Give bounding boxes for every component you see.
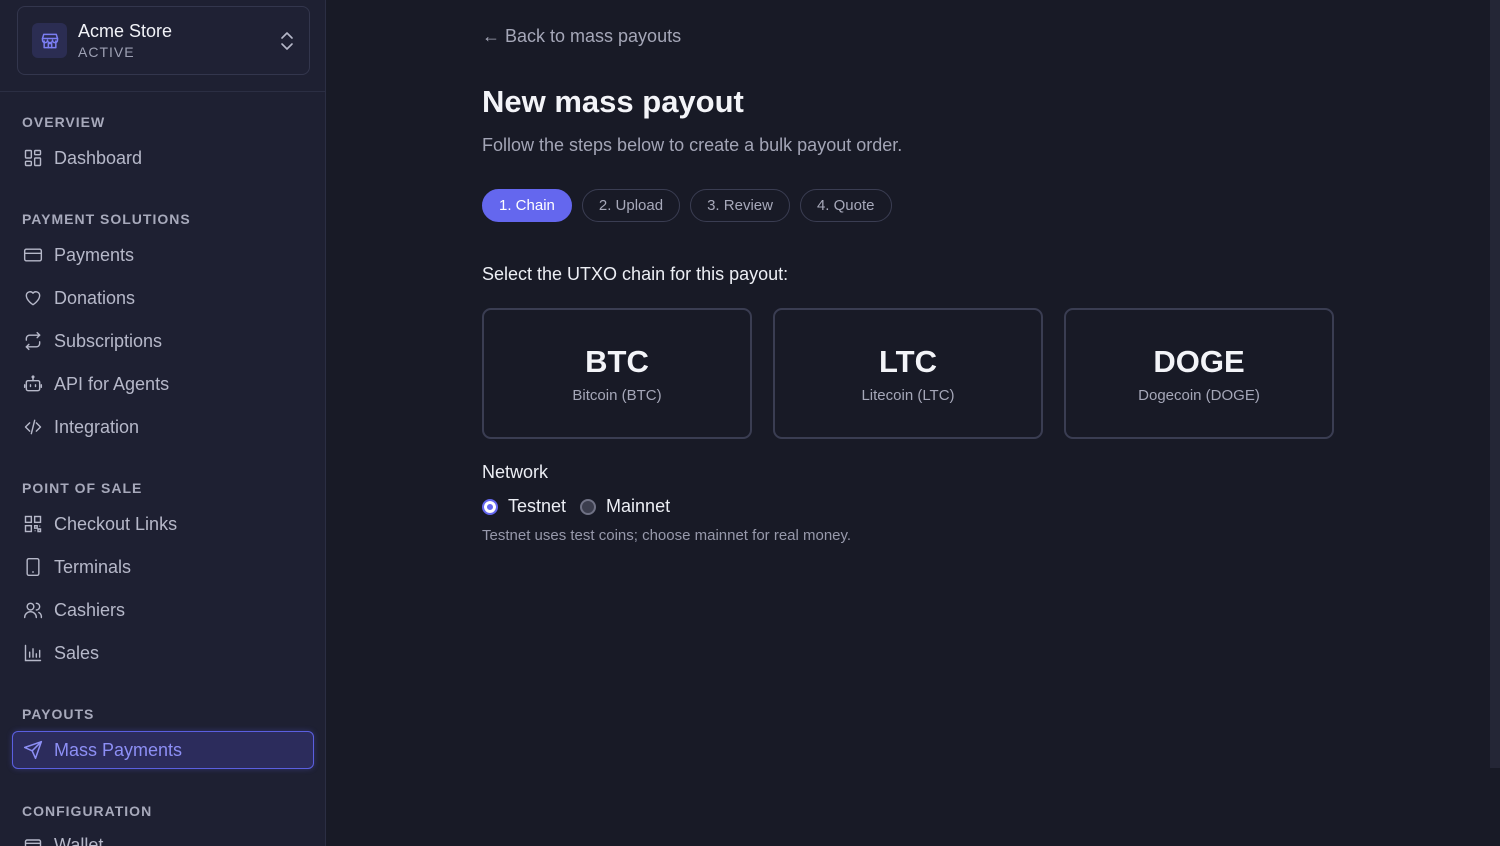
chain-code: DOGE <box>1153 344 1245 379</box>
scrollbar[interactable] <box>1490 0 1500 768</box>
users-icon <box>23 602 43 619</box>
page-subtitle: Follow the steps below to create a bulk … <box>482 135 903 155</box>
sidebar-item-label: Donations <box>54 287 136 308</box>
main-content: ← Back to mass payouts New mass payout F… <box>326 0 1500 846</box>
chain-code: LTC <box>879 344 937 379</box>
sidebar-item-api-for-agents[interactable]: API for Agents <box>12 365 314 403</box>
sidebar-item-label: API for Agents <box>54 373 170 394</box>
section-label-configuration: CONFIGURATION <box>22 803 153 819</box>
sidebar-item-mass-payments[interactable]: Mass Payments <box>12 731 314 769</box>
step-chain[interactable]: 1. Chain <box>482 189 572 222</box>
sidebar-divider <box>0 91 325 92</box>
sidebar-item-checkout-links[interactable]: Checkout Links <box>12 505 314 543</box>
section-label-payouts: PAYOUTS <box>22 706 95 722</box>
sidebar-item-label: Cashiers <box>54 599 126 620</box>
chain-name: Dogecoin (DOGE) <box>1138 387 1260 404</box>
radio-label: Testnet <box>508 496 567 516</box>
credit-card-icon <box>23 248 43 262</box>
chain-select-label: Select the UTXO chain for this payout: <box>482 264 789 284</box>
code-icon <box>24 419 42 435</box>
tablet-icon <box>26 557 40 577</box>
chain-name: Bitcoin (BTC) <box>572 387 662 404</box>
sidebar-item-terminals[interactable]: Terminals <box>12 548 314 586</box>
wallet-icon <box>24 839 42 846</box>
sidebar-item-label: Checkout Links <box>54 513 178 534</box>
chain-card-ltc[interactable]: LTC Litecoin (LTC) <box>773 308 1043 439</box>
store-name: Acme Store <box>78 20 173 41</box>
chevron-up-down-icon <box>281 31 293 50</box>
testnet-radio[interactable] <box>482 498 498 515</box>
qr-code-icon <box>24 515 42 533</box>
send-icon <box>23 740 43 760</box>
sidebar-item-dashboard[interactable]: Dashboard <box>12 139 314 177</box>
sidebar-item-label: Integration <box>54 416 140 437</box>
network-option-testnet[interactable]: Testnet <box>482 496 566 517</box>
section-label-point-of-sale: POINT OF SALE <box>22 480 143 496</box>
robot-icon <box>23 375 43 392</box>
chain-code: BTC <box>585 344 649 379</box>
sidebar-item-subscriptions[interactable]: Subscriptions <box>12 322 314 360</box>
store-status: ACTIVE <box>78 43 135 60</box>
chain-name: Litecoin (LTC) <box>861 387 955 404</box>
section-label-overview: OVERVIEW <box>22 114 106 130</box>
sidebar-item-donations[interactable]: Donations <box>12 279 314 317</box>
chain-card-btc[interactable]: BTC Bitcoin (BTC) <box>482 308 752 439</box>
sidebar-item-cashiers[interactable]: Cashiers <box>12 591 314 629</box>
sidebar-item-label: Terminals <box>54 556 132 577</box>
chain-options: BTC Bitcoin (BTC) LTC Litecoin (LTC) DOG… <box>482 308 1334 439</box>
chain-card-doge[interactable]: DOGE Dogecoin (DOGE) <box>1064 308 1334 439</box>
sidebar-item-label: Mass Payments <box>54 739 183 760</box>
stepper: 1. Chain 2. Upload 3. Review 4. Quote <box>482 189 892 222</box>
sidebar-item-label: Subscriptions <box>54 330 163 351</box>
repeat-icon <box>25 331 41 351</box>
sidebar-item-label: Sales <box>54 642 100 663</box>
network-radio-group: Testnet Mainnet <box>482 496 684 517</box>
sidebar-item-sales[interactable]: Sales <box>12 634 314 672</box>
radio-label: Mainnet <box>606 496 671 516</box>
sidebar-item-label: Dashboard <box>54 147 143 168</box>
network-option-mainnet[interactable]: Mainnet <box>580 496 670 517</box>
store-switcher[interactable]: Acme Store ACTIVE <box>17 6 310 75</box>
dashboard-icon <box>24 149 42 167</box>
heart-icon <box>25 291 41 306</box>
store-icon <box>32 23 67 58</box>
network-hint: Testnet uses test coins; choose mainnet … <box>482 527 852 544</box>
step-review[interactable]: 3. Review <box>690 189 790 222</box>
sidebar-item-label: Payments <box>54 244 135 265</box>
bar-chart-icon <box>24 644 42 662</box>
step-quote[interactable]: 4. Quote <box>799 189 892 222</box>
page-title: New mass payout <box>482 84 744 119</box>
section-label-payment-solutions: PAYMENT SOLUTIONS <box>22 211 191 227</box>
mainnet-radio[interactable] <box>580 498 597 515</box>
sidebar-item-label: Wallet <box>54 834 104 846</box>
sidebar-item-integration[interactable]: Integration <box>12 408 314 446</box>
network-label: Network <box>482 462 549 482</box>
sidebar-item-payments[interactable]: Payments <box>12 236 314 274</box>
back-to-mass-payouts-link[interactable]: ← Back to mass payouts <box>482 26 681 47</box>
sidebar: Acme Store ACTIVE OVERVIEW Dashboard PAY… <box>0 0 326 846</box>
sidebar-item-wallet[interactable]: Wallet <box>12 826 314 846</box>
step-upload[interactable]: 2. Upload <box>581 189 681 222</box>
